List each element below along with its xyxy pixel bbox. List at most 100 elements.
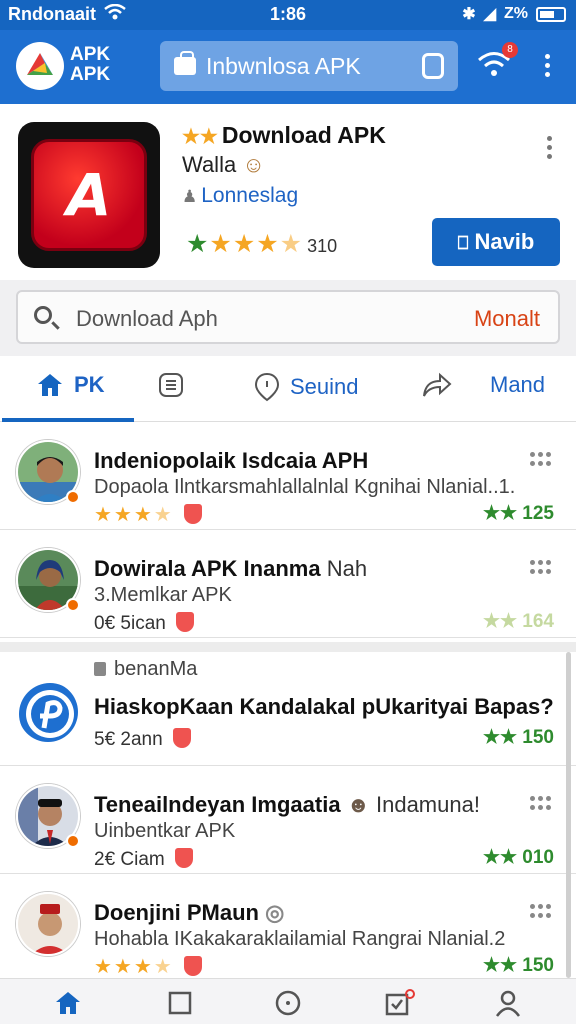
shield-icon: [175, 612, 194, 632]
item-rating-stars: ★★★★: [94, 954, 202, 979]
section-divider: [0, 642, 576, 652]
drag-handle-icon[interactable]: [530, 904, 552, 918]
shield-icon: [174, 848, 193, 868]
app-bar: APK APK Inbwnlosa APK 8: [0, 30, 576, 104]
section-note: benanMa: [94, 658, 197, 681]
item-title: Indeniopolaik Isdcaia APH: [94, 448, 369, 473]
item-meta-text: 2€ Ciam: [94, 849, 165, 870]
tab-bar: PK Seuind Mand: [0, 356, 576, 422]
nav-square-icon[interactable]: [166, 989, 194, 1017]
home-icon: [38, 374, 62, 396]
signal-icon: ◢: [483, 6, 496, 23]
tab-seuind[interactable]: Seuind: [254, 372, 359, 402]
app-title: ★★ Download APK: [182, 122, 386, 149]
app-list: Indeniopolaik Isdcaia APH Dopaola Ilntka…: [0, 422, 576, 978]
nav-clock-icon[interactable]: [274, 989, 302, 1017]
shield-icon: [183, 504, 202, 524]
app-icon[interactable]: A: [18, 122, 160, 268]
item-title: HiaskopKaan Kandalakal pUkarityai Bapas?: [94, 694, 554, 719]
drag-handle-icon[interactable]: [530, 452, 552, 466]
item-subtitle: Uinbentkar APK: [94, 820, 236, 842]
search-icon: [34, 306, 52, 324]
item-subtitle: 3.Memlkar APK: [94, 584, 232, 606]
app-developer[interactable]: ♟ Lonneslag: [182, 184, 298, 208]
apk-logo-icon: [27, 53, 53, 75]
portrait-icon: ☻: [346, 792, 370, 817]
drag-handle-icon[interactable]: [530, 796, 552, 810]
search-action-button[interactable]: Monalt: [474, 306, 540, 332]
item-subtitle: Hohabla IKakakaraklailamial Rangrai Nlan…: [94, 928, 506, 950]
store-search-label: Inbwnlosa APK: [206, 52, 361, 79]
item-title-text: Teneailndeyan Imgaatia: [94, 792, 341, 817]
shopping-bag-icon: [174, 51, 196, 75]
green-stars-icon: ★★: [482, 727, 518, 748]
item-rating-stars: ★★★★: [94, 502, 202, 527]
globe-icon: ◎: [265, 900, 285, 925]
battery-label: Z%: [504, 5, 528, 22]
tab-pk[interactable]: PK: [36, 372, 105, 398]
clipboard-icon[interactable]: [422, 53, 444, 79]
app-card-menu-icon[interactable]: [544, 136, 554, 159]
bluetooth-icon: ✱: [462, 6, 476, 23]
avatar: [16, 892, 80, 956]
list-item[interactable]: Dowirala APK Inanma Nah 3.Memlkar APK 0€…: [0, 530, 576, 638]
overflow-menu-icon[interactable]: [542, 54, 552, 77]
app-icon-letter: A: [31, 139, 147, 251]
green-stars-icon: ★★: [482, 955, 518, 976]
nav-profile-icon[interactable]: [494, 989, 522, 1017]
tab-mand-label: Mand: [490, 372, 546, 397]
rating-half-star: ★: [279, 230, 304, 258]
item-title: Teneailndeyan Imgaatia ☻ Indamuna!: [94, 792, 480, 818]
list-item[interactable]: Doenjini PMaun ◎ Hohabla IKakakaraklaila…: [0, 874, 576, 978]
list-icon: [159, 373, 183, 397]
logo-line1: APK: [70, 44, 111, 65]
search-placeholder: Download Aph: [76, 306, 218, 331]
app-developer-text: Lonneslag: [201, 184, 299, 207]
item-count-value: 125: [522, 503, 554, 524]
drag-handle-icon[interactable]: [530, 560, 552, 574]
nav-home-icon[interactable]: [54, 989, 82, 1017]
notification-badge: 8: [502, 42, 518, 58]
tab-seuind-label: Seuind: [290, 374, 359, 399]
apk-logo[interactable]: [16, 42, 64, 90]
store-search-bar[interactable]: Inbwnlosa APK: [160, 41, 458, 91]
app-title-text: Download APK: [221, 122, 386, 148]
item-meta: 0€ 5ican: [94, 612, 194, 635]
item-title: Doenjini PMaun ◎: [94, 900, 284, 926]
face-emoji-icon: ☺: [242, 152, 265, 177]
search-input[interactable]: Download Aph Monalt: [16, 290, 560, 344]
share-arrow-icon: [423, 372, 452, 397]
list-item[interactable]: Indeniopolaik Isdcaia APH Dopaola Ilntka…: [0, 422, 576, 530]
tab-share[interactable]: [422, 372, 452, 398]
award-stars-icon: ★★: [182, 126, 218, 148]
person-icon: ♟: [182, 187, 198, 206]
item-meta-text: 5€ 2ann: [94, 729, 163, 750]
item-count: ★★ 125: [483, 502, 554, 525]
battery-icon: [536, 6, 566, 22]
item-title-extra: Nah: [326, 556, 368, 581]
item-title-extra: Indamuna!: [375, 792, 480, 817]
install-button[interactable]: ⎕ Navib: [432, 218, 560, 266]
item-count-value: 010: [522, 847, 554, 868]
nav-calendar-check-icon[interactable]: [384, 989, 415, 1017]
scrollbar[interactable]: [566, 652, 571, 978]
tab-list[interactable]: [158, 372, 184, 398]
tab-mand[interactable]: Mand: [490, 372, 545, 398]
item-title-text: Dowirala APK Inanma: [94, 556, 321, 581]
shield-icon: [183, 956, 202, 976]
shield-icon: [172, 728, 191, 748]
tab-pk-label: PK: [74, 372, 105, 397]
list-item[interactable]: Teneailndeyan Imgaatia ☻ Indamuna! Uinbe…: [0, 766, 576, 874]
list-item[interactable]: HiaskopKaan Kandalakal pUkarityai Bapas?…: [0, 680, 576, 766]
item-subtitle: Dopaola Ilntkarsmahlallalnlal Kgnihai Nl…: [94, 476, 516, 498]
green-stars-icon: ★★: [482, 847, 518, 868]
rating-count: 310: [307, 236, 338, 256]
item-title-text: Doenjini PMaun: [94, 900, 259, 925]
item-meta: 5€ 2ann: [94, 728, 191, 751]
rating-stars-2: ★★★: [209, 230, 280, 258]
install-icon: ⎕: [457, 233, 469, 253]
app-subtitle-text: Walla: [182, 152, 237, 177]
section-note-text: benanMa: [114, 658, 198, 680]
location-pin-icon: [254, 372, 280, 402]
logo-text: APK APK: [70, 45, 110, 85]
